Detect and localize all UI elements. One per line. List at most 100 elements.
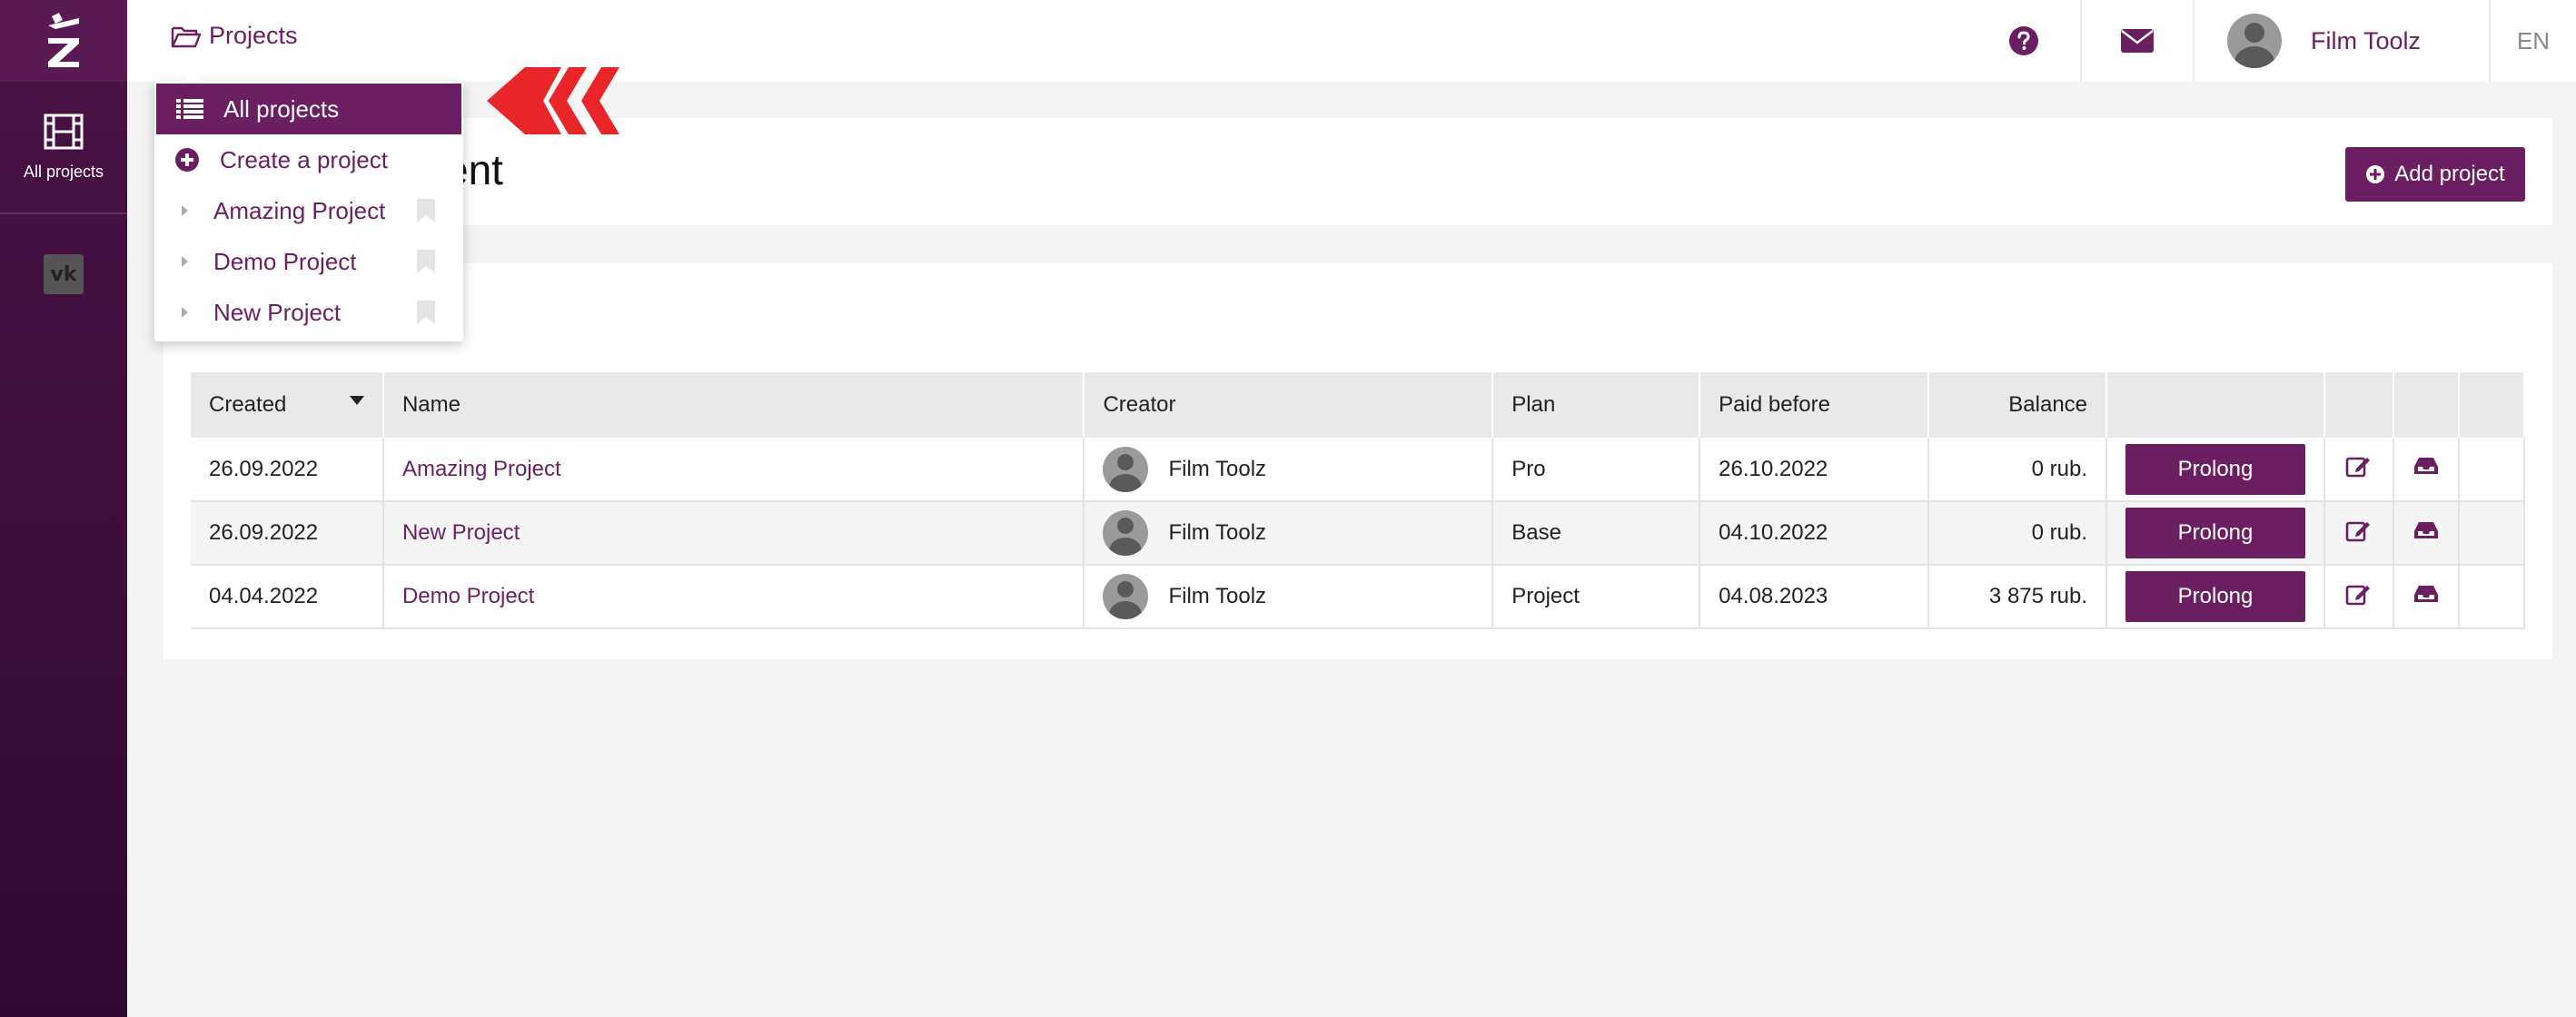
plus-circle-icon <box>2366 165 2385 183</box>
bookmark-icon[interactable] <box>416 249 436 274</box>
cell-created: 26.09.2022 <box>191 501 384 566</box>
sidebar-item-label: All projects <box>23 162 104 181</box>
dropdown-item-label: New Project <box>213 298 342 326</box>
cell-balance: 0 rub. <box>1928 438 2108 502</box>
project-link[interactable]: Demo Project <box>402 584 534 608</box>
bookmark-icon[interactable] <box>416 198 436 223</box>
dropdown-item-label: Amazing Project <box>213 196 386 224</box>
edit-icon <box>2345 457 2370 478</box>
sort-desc-icon <box>349 396 364 405</box>
cell-balance: 3 875 rub. <box>1928 565 2108 629</box>
user-menu[interactable]: Film Toolz <box>2193 0 2489 82</box>
archive-button[interactable] <box>2393 565 2460 629</box>
inbox-icon <box>2413 521 2438 538</box>
prolong-button[interactable]: Prolong <box>2125 508 2306 558</box>
edit-icon <box>2345 521 2370 541</box>
cell-extra <box>2458 501 2526 566</box>
breadcrumb[interactable]: Projects <box>171 22 298 50</box>
column-header-plan[interactable]: Plan <box>1492 372 1701 438</box>
cell-balance: 0 rub. <box>1928 501 2108 566</box>
caret-right-icon[interactable] <box>182 205 188 216</box>
dropdown-item-create-project[interactable]: Create a project <box>154 134 463 185</box>
cell-paid-before: 26.10.2022 <box>1699 438 1930 502</box>
cell-extra <box>2458 438 2526 502</box>
dropdown-item-label: Create a project <box>220 145 388 173</box>
breadcrumb-label: Projects <box>209 22 298 49</box>
prolong-button[interactable]: Prolong <box>2125 571 2306 622</box>
logo-icon <box>48 13 79 67</box>
column-header-paid-before[interactable]: Paid before <box>1699 372 1930 438</box>
folder-open-icon <box>171 26 202 47</box>
archive-button[interactable] <box>2393 438 2460 502</box>
top-right-controls: Film Toolz EN <box>1967 0 2576 82</box>
sidebar-item-all-projects[interactable]: All projects <box>0 82 127 214</box>
dropdown-item-amazing-project[interactable]: Amazing Project <box>154 185 463 236</box>
projects-table: Created Name Creator Plan Paid before Ba… <box>191 372 2526 629</box>
caret-right-icon[interactable] <box>182 256 188 267</box>
cell-plan: Pro <box>1492 438 1701 502</box>
edit-button[interactable] <box>2324 565 2394 629</box>
column-header-name[interactable]: Name <box>382 372 1085 438</box>
help-icon <box>2009 26 2038 55</box>
edit-icon <box>2345 585 2370 605</box>
cell-paid-before: 04.10.2022 <box>1699 501 1930 566</box>
column-header-creator[interactable]: Creator <box>1084 372 1494 438</box>
table-row: 26.09.2022 Amazing Project Film Toolz Pr… <box>191 438 2526 502</box>
add-project-label: Add project <box>2394 162 2505 186</box>
cell-extra <box>2458 565 2526 629</box>
dropdown-arrow <box>182 71 203 82</box>
cell-creator: Film Toolz <box>1103 574 1473 619</box>
column-header-balance[interactable]: Balance <box>1928 372 2108 438</box>
plus-circle-icon <box>175 148 199 172</box>
edit-button[interactable] <box>2324 501 2394 566</box>
creator-name: Film Toolz <box>1168 584 1267 608</box>
projects-panel: Created Name Creator Plan Paid before Ba… <box>163 263 2552 659</box>
column-header-extra <box>2458 372 2526 438</box>
dropdown-item-label: Demo Project <box>213 247 357 275</box>
column-header-created[interactable]: Created <box>191 372 384 438</box>
add-project-button[interactable]: Add project <box>2345 147 2525 202</box>
mail-button[interactable] <box>2080 0 2193 82</box>
table-row: 04.04.2022 Demo Project Film Toolz Proje… <box>191 565 2526 629</box>
user-name: Film Toolz <box>2311 26 2422 54</box>
table-row: 26.09.2022 New Project Film Toolz Base 0… <box>191 501 2526 566</box>
cell-plan: Project <box>1492 565 1701 629</box>
annotation-arrows-icon <box>487 67 619 134</box>
logo[interactable] <box>0 0 127 82</box>
archive-button[interactable] <box>2393 501 2460 566</box>
project-link[interactable]: New Project <box>402 520 520 545</box>
dropdown-item-all-projects[interactable]: All projects <box>156 84 461 134</box>
column-header-archive <box>2393 372 2460 438</box>
avatar <box>2227 14 2282 68</box>
cell-created: 26.09.2022 <box>191 438 384 502</box>
vk-icon[interactable]: vk <box>44 254 84 294</box>
help-button[interactable] <box>1967 0 2080 82</box>
prolong-button[interactable]: Prolong <box>2125 443 2306 495</box>
dropdown-item-label: All projects <box>223 94 340 123</box>
avatar <box>1103 574 1149 619</box>
dropdown-item-new-project[interactable]: New Project <box>154 287 463 338</box>
edit-button[interactable] <box>2324 438 2394 502</box>
cell-paid-before: 04.08.2023 <box>1699 565 1930 629</box>
projects-dropdown: All projects Create a project Amazing Pr… <box>154 71 463 341</box>
mail-icon <box>2121 29 2154 53</box>
project-link[interactable]: Amazing Project <box>402 457 561 481</box>
cell-creator: Film Toolz <box>1103 510 1473 556</box>
cell-creator: Film Toolz <box>1103 446 1473 492</box>
sidebar: All projects vk <box>0 0 127 1017</box>
column-header-action <box>2106 372 2326 438</box>
bookmark-icon[interactable] <box>416 300 436 325</box>
table-header-row: Created Name Creator Plan Paid before Ba… <box>191 372 2526 438</box>
creator-name: Film Toolz <box>1168 520 1267 545</box>
inbox-icon <box>2413 458 2438 474</box>
dropdown-item-demo-project[interactable]: Demo Project <box>154 236 463 287</box>
avatar <box>1103 446 1149 492</box>
language-label: EN <box>2516 26 2551 54</box>
creator-name: Film Toolz <box>1168 456 1267 481</box>
cell-plan: Base <box>1492 501 1701 566</box>
language-switcher[interactable]: EN <box>2489 0 2576 82</box>
caret-right-icon[interactable] <box>182 307 188 318</box>
column-header-edit <box>2324 372 2394 438</box>
list-icon <box>176 99 203 119</box>
inbox-icon <box>2413 585 2438 602</box>
